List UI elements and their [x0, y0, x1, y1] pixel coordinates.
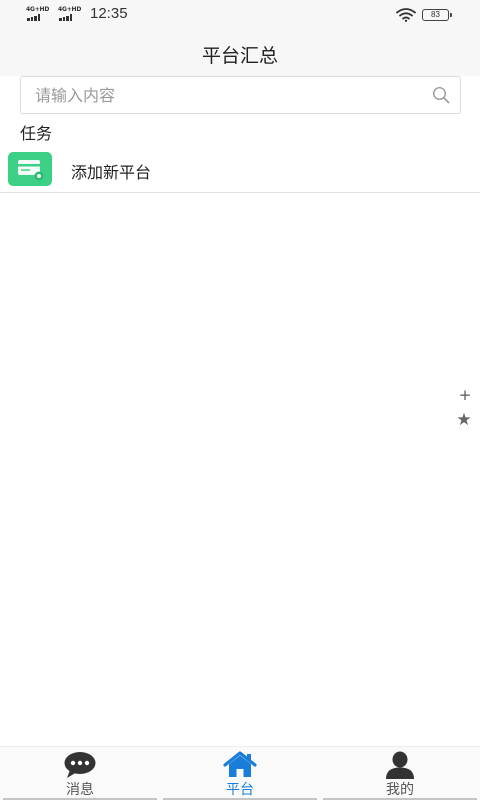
wifi-icon — [396, 8, 416, 22]
tab-platform[interactable]: 平台 — [160, 747, 320, 800]
home-icon — [223, 751, 257, 777]
list-item-label: 添加新平台 — [71, 163, 152, 182]
user-icon — [386, 751, 414, 779]
battery-level: 83 — [431, 10, 440, 19]
bottom-nav: 消息 平台 我的 — [0, 746, 480, 800]
status-time: 12:35 — [90, 5, 128, 22]
status-bar: 4G+HD 4G+HD 12:35 83 — [0, 0, 480, 30]
tab-label: 平台 — [226, 782, 254, 798]
plus-icon[interactable]: + — [457, 386, 473, 404]
page-title: 平台汇总 — [201, 45, 278, 67]
battery-icon: 83 — [422, 9, 452, 21]
title-bar: 平台汇总 — [0, 30, 480, 76]
cellular-signal-icon: 4G+HD — [26, 6, 52, 22]
tab-messages[interactable]: 消息 — [0, 747, 160, 800]
search-icon[interactable] — [432, 86, 450, 104]
network-type-label-2: 4G+HD — [58, 6, 82, 13]
list-item-add-platform[interactable]: 添加新平台 — [0, 146, 480, 193]
chat-bubble-icon — [64, 752, 96, 778]
platform-card-icon — [8, 152, 52, 186]
star-icon[interactable]: ★ — [455, 410, 473, 430]
search-input[interactable] — [35, 77, 425, 113]
cellular-signal-icon-2: 4G+HD — [58, 6, 84, 22]
tab-mine[interactable]: 我的 — [320, 747, 480, 800]
tab-label: 我的 — [386, 782, 414, 798]
section-label-tasks: 任务 — [20, 124, 53, 143]
tab-label: 消息 — [66, 782, 94, 798]
network-type-label: 4G+HD — [26, 6, 50, 13]
search-box[interactable] — [20, 76, 461, 114]
